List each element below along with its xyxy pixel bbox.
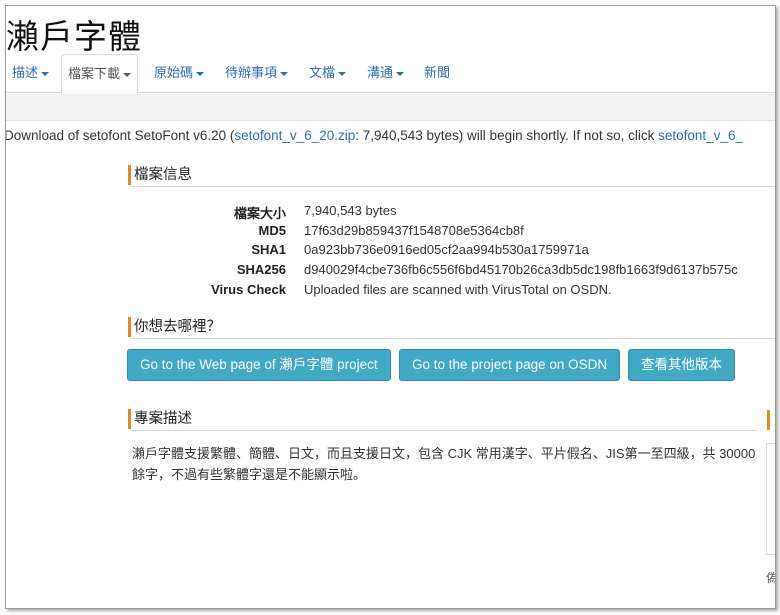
nav-downloads[interactable]: 檔案下載 bbox=[61, 54, 139, 94]
nav-docs[interactable]: 文檔 bbox=[309, 54, 347, 92]
nav-downloads-label: 檔案下載 bbox=[68, 66, 121, 81]
virus-check-value: Uploaded files are scanned with VirusTot… bbox=[304, 282, 612, 297]
other-versions-button[interactable]: 查看其他版本 bbox=[628, 349, 735, 381]
download-click-link[interactable]: setofont_v_6_ bbox=[658, 128, 743, 143]
caret-down-icon bbox=[196, 71, 205, 76]
virus-check-label: Virus Check bbox=[211, 282, 286, 297]
file-info-rule bbox=[132, 186, 775, 187]
file-info-heading: 檔案信息 bbox=[128, 165, 192, 185]
sha256-value: d940029f4cbe736fb6c556f6bd45170b26ca3db5… bbox=[304, 262, 738, 277]
sidebar-panel bbox=[766, 443, 775, 555]
sidebar-heading-accent bbox=[767, 410, 770, 430]
nav-source[interactable]: 原始碼 bbox=[154, 54, 205, 92]
nav-description-label: 描述 bbox=[12, 65, 39, 80]
nav-communication[interactable]: 溝通 bbox=[367, 54, 405, 92]
caret-down-icon bbox=[280, 71, 289, 76]
osdn-project-page-button[interactable]: Go to the project page on OSDN bbox=[399, 349, 621, 381]
download-notice: Download of setofont SetoFont v6.20 (set… bbox=[5, 128, 743, 143]
caret-down-icon bbox=[41, 71, 50, 76]
where-heading: 你想去哪裡？ bbox=[128, 317, 221, 337]
sidebar-partial-text: 偽 bbox=[766, 569, 775, 586]
caret-down-icon bbox=[123, 72, 132, 77]
download-middle: : 7,940,543 bytes) will begin shortly. I… bbox=[355, 128, 659, 143]
project-nav: 描述 檔案下載 原始碼 待辦事項 文檔 溝通 新聞 bbox=[6, 54, 775, 94]
nav-news-label: 新聞 bbox=[424, 65, 451, 80]
nav-docs-label: 文檔 bbox=[309, 65, 336, 80]
md5-label: MD5 bbox=[258, 223, 286, 238]
nav-communication-label: 溝通 bbox=[367, 65, 394, 80]
nav-todo-label: 待辦事項 bbox=[225, 65, 278, 80]
caret-down-icon bbox=[396, 71, 405, 76]
md5-value: 17f63d29b859437f1548708e5364cb8f bbox=[304, 223, 524, 238]
where-rule bbox=[132, 338, 775, 339]
download-prefix: Download of setofont SetoFont v6.20 ( bbox=[5, 128, 235, 143]
sha1-label: SHA1 bbox=[251, 242, 286, 257]
project-description-heading: 專案描述 bbox=[128, 409, 192, 429]
sha256-label: SHA256 bbox=[236, 262, 286, 277]
download-file-link[interactable]: setofont_v_6_20.zip bbox=[234, 128, 355, 143]
project-web-page-button[interactable]: Go to the Web page of 瀨戶字體 project bbox=[127, 349, 391, 381]
nav-description[interactable]: 描述 bbox=[12, 54, 50, 92]
sub-toolbar bbox=[6, 94, 775, 121]
file-size-value: 7,940,543 bytes bbox=[304, 203, 397, 218]
nav-news[interactable]: 新聞 bbox=[424, 54, 450, 92]
nav-source-label: 原始碼 bbox=[154, 65, 194, 80]
nav-todo[interactable]: 待辦事項 bbox=[225, 54, 289, 92]
project-description-rule bbox=[132, 430, 757, 431]
browser-page: 瀨戶字體 描述 檔案下載 原始碼 待辦事項 文檔 溝通 新聞 Download … bbox=[5, 5, 776, 609]
sha1-value: 0a923bb736e0916ed05cf2aa994b530a1759971a bbox=[304, 242, 589, 257]
page-title: 瀨戶字體 bbox=[6, 17, 142, 56]
caret-down-icon bbox=[338, 71, 347, 76]
file-size-label: 檔案大小 bbox=[233, 206, 286, 221]
project-description-text: 瀨戶字體支援繁體、簡體、日文，而且支援日文，包含 CJK 常用漢字、平片假名、J… bbox=[132, 446, 756, 482]
